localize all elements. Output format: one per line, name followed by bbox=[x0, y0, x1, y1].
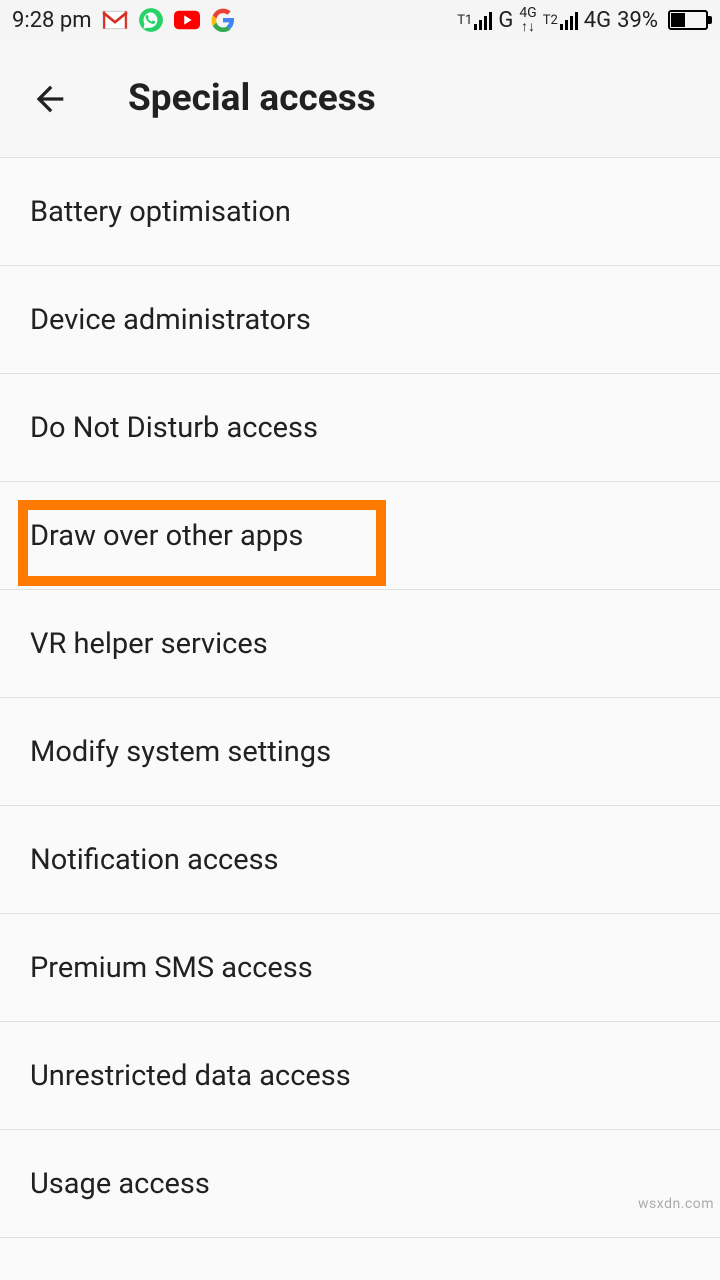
data-indicator: 4G ↑↓ bbox=[519, 6, 536, 34]
sim2-prefix: T2 bbox=[543, 14, 558, 27]
list-item-label: Notification access bbox=[30, 843, 279, 877]
gmail-icon bbox=[102, 7, 128, 33]
list-item-label: Device administrators bbox=[30, 303, 311, 337]
google-icon bbox=[210, 7, 236, 33]
list-item-label: Unrestricted data access bbox=[30, 1059, 351, 1093]
app-bar: Special access bbox=[0, 40, 720, 158]
list-item-label: Battery optimisation bbox=[30, 195, 291, 229]
sim1-signal: T1 bbox=[457, 10, 492, 30]
list-item-label: Usage access bbox=[30, 1167, 210, 1201]
back-button[interactable] bbox=[20, 69, 80, 129]
settings-list: Battery optimisation Device administrato… bbox=[0, 158, 720, 1238]
data-bottom: ↑↓ bbox=[521, 20, 535, 34]
list-item-label: Do Not Disturb access bbox=[30, 411, 318, 445]
item-battery-optimisation[interactable]: Battery optimisation bbox=[0, 158, 720, 266]
list-item-label: Modify system settings bbox=[30, 735, 331, 769]
item-device-administrators[interactable]: Device administrators bbox=[0, 266, 720, 374]
item-notification-access[interactable]: Notification access bbox=[0, 806, 720, 914]
watermark: wsxdn.com bbox=[638, 1196, 714, 1212]
sim2-net-label: 4G bbox=[584, 8, 611, 33]
sim1-net-label: G bbox=[498, 8, 513, 33]
arrow-left-icon bbox=[30, 79, 70, 119]
item-unrestricted-data[interactable]: Unrestricted data access bbox=[0, 1022, 720, 1130]
sim1-prefix: T1 bbox=[457, 14, 472, 27]
item-do-not-disturb[interactable]: Do Not Disturb access bbox=[0, 374, 720, 482]
item-usage-access[interactable]: Usage access bbox=[0, 1130, 720, 1238]
status-bar: 9:28 pm T1 G 4G ↑↓ T2 bbox=[0, 0, 720, 40]
signal-bar-icon bbox=[474, 10, 492, 30]
status-right: T1 G 4G ↑↓ T2 4G 39% bbox=[457, 6, 708, 34]
list-item-label: Draw over other apps bbox=[30, 519, 303, 553]
list-item-label: Premium SMS access bbox=[30, 951, 313, 985]
battery-icon bbox=[668, 10, 708, 30]
data-top: 4G bbox=[519, 6, 536, 20]
item-premium-sms[interactable]: Premium SMS access bbox=[0, 914, 720, 1022]
battery-pct-label: 39% bbox=[617, 8, 658, 33]
signal-bar-icon bbox=[560, 10, 578, 30]
item-vr-helper[interactable]: VR helper services bbox=[0, 590, 720, 698]
status-left: 9:28 pm bbox=[12, 7, 236, 33]
youtube-icon bbox=[174, 7, 200, 33]
item-draw-over-apps[interactable]: Draw over other apps bbox=[0, 482, 720, 590]
item-modify-system[interactable]: Modify system settings bbox=[0, 698, 720, 806]
sim2-signal: T2 bbox=[543, 10, 578, 30]
list-item-label: VR helper services bbox=[30, 627, 268, 661]
page-title: Special access bbox=[128, 77, 376, 120]
whatsapp-icon bbox=[138, 7, 164, 33]
status-time: 9:28 pm bbox=[12, 8, 92, 33]
